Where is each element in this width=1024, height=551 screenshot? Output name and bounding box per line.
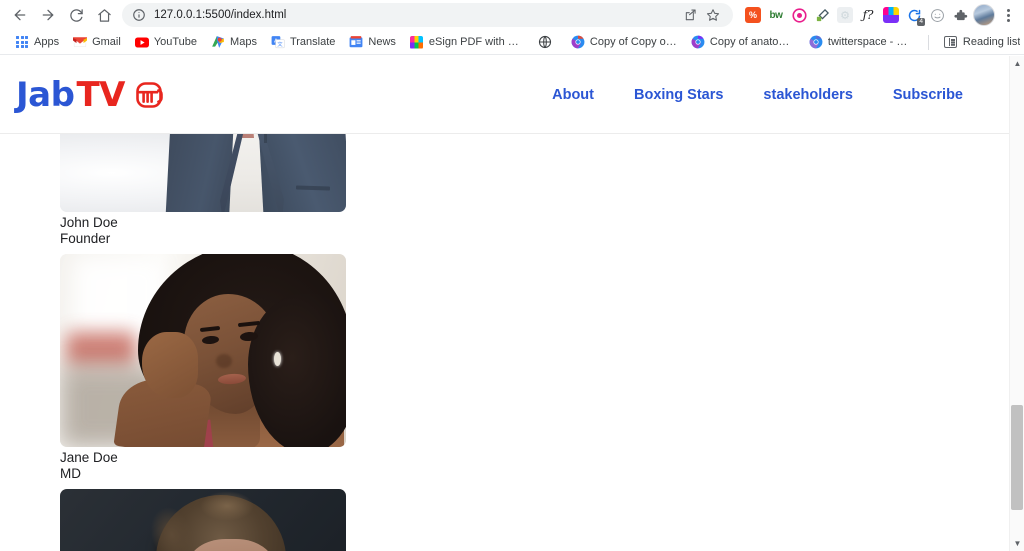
bookmark-maps[interactable]: Maps (204, 33, 264, 51)
gear-extension-icon[interactable]: ⚙ (835, 5, 855, 25)
bookmark-label: Gmail (92, 36, 121, 48)
site-header: Jab TV About Boxing Stars stakeholders S… (0, 56, 1009, 134)
smiley-extension-icon[interactable] (927, 5, 947, 25)
bookmark-label: Maps (230, 36, 257, 48)
bookmark-globe[interactable] (531, 33, 564, 51)
bookmark-label: eSign PDF with Elec... (428, 36, 524, 48)
reload-icon[interactable] (62, 1, 90, 29)
reading-list-button[interactable]: Reading list (937, 33, 1024, 51)
team-card-list: John Doe Founder Jane Doe MD (0, 134, 1024, 551)
team-member-role: MD (60, 466, 81, 481)
bookmark-twitterspace[interactable]: twitterspace - New... (802, 33, 920, 51)
puzzle-extensions-menu-icon[interactable] (950, 5, 970, 25)
scroll-down-arrow-icon[interactable]: ▼ (1010, 536, 1024, 551)
chrome-doc-icon (571, 35, 585, 49)
bookmark-label: twitterspace - New... (827, 36, 913, 48)
bookmark-label: Translate (289, 36, 336, 48)
translate-icon: A文 (271, 35, 285, 49)
chrome-doc-icon (691, 35, 705, 49)
profile-avatar[interactable] (973, 4, 995, 26)
info-circle-icon[interactable] (132, 8, 146, 22)
address-bar[interactable]: 127.0.0.1:5500/index.html (122, 3, 733, 27)
forward-arrow-icon[interactable] (34, 1, 62, 29)
maps-icon (211, 35, 225, 49)
bookmark-esign-pdf[interactable]: eSign PDF with Elec... (403, 33, 531, 51)
chrome-doc-icon (809, 35, 823, 49)
browser-toolbar: 127.0.0.1:5500/index.html % bw ⚙ ƒ? 4 (0, 0, 1024, 30)
fontface-extension-icon[interactable]: ƒ? (858, 5, 878, 25)
gmail-icon (73, 35, 88, 49)
team-card[interactable]: Jane Doe MD (60, 254, 346, 489)
youtube-icon (134, 35, 149, 49)
percent-extension-icon[interactable]: % (743, 5, 763, 25)
news-icon (349, 35, 363, 49)
page-viewport: Jab TV About Boxing Stars stakeholders S… (0, 56, 1024, 551)
nav-link-about[interactable]: About (552, 87, 594, 103)
man-wavy-hair-dark-photo (60, 489, 346, 551)
bookmark-copy-of-copy[interactable]: Copy of Copy of Co... (564, 33, 684, 51)
eyedropper-extension-icon[interactable] (812, 5, 832, 25)
team-card[interactable]: John Doe Founder (60, 134, 346, 254)
extensions-tray: % bw ⚙ ƒ? 4 (739, 4, 1018, 26)
team-member-role: Founder (60, 231, 111, 246)
page-scrollbar[interactable]: ▲ ▼ (1009, 56, 1024, 551)
bookmark-copy-of-anatomy[interactable]: Copy of anatomy-o... (684, 33, 802, 51)
scroll-up-arrow-icon[interactable]: ▲ (1010, 56, 1024, 71)
team-member-name: John Doe (60, 215, 118, 230)
bookmark-news[interactable]: News (342, 33, 403, 51)
bookmarks-separator (927, 34, 929, 50)
bookmark-label: News (368, 36, 396, 48)
share-icon[interactable] (681, 5, 701, 25)
bookmark-gmail[interactable]: Gmail (66, 33, 128, 51)
bookmark-translate[interactable]: A文 Translate (264, 33, 342, 51)
scrollbar-thumb[interactable] (1011, 405, 1023, 510)
home-icon[interactable] (90, 1, 118, 29)
nav-link-stakeholders[interactable]: stakeholders (763, 87, 852, 103)
team-member-name: Jane Doe (60, 450, 118, 465)
team-card[interactable] (60, 489, 346, 551)
boxing-fist-icon (130, 79, 166, 111)
bookmark-label: Copy of Copy of Co... (589, 36, 677, 48)
address-bar-url[interactable]: 127.0.0.1:5500/index.html (154, 9, 681, 21)
bookmarks-bar: Apps Gmail YouTube Maps A文 Translate (0, 30, 1024, 55)
nav-link-boxing-stars[interactable]: Boxing Stars (634, 87, 723, 103)
eye-extension-icon[interactable] (789, 5, 809, 25)
colorpalette-extension-icon[interactable] (881, 5, 901, 25)
globe-icon (538, 35, 552, 49)
bookmark-label: Apps (34, 36, 60, 48)
man-in-suit-photo (60, 134, 346, 212)
logo-text-tv: TV (76, 74, 125, 115)
esign-icon (410, 35, 424, 49)
bookmark-apps[interactable]: Apps (8, 33, 66, 51)
three-dot-menu-icon[interactable] (998, 5, 1018, 25)
bookmark-label: YouTube (153, 36, 198, 48)
apps-grid-icon (15, 35, 29, 49)
reading-list-icon (944, 35, 958, 49)
nav-link-subscribe[interactable]: Subscribe (893, 87, 963, 103)
bookmark-label: Copy of anatomy-o... (709, 36, 795, 48)
back-arrow-icon[interactable] (6, 1, 34, 29)
sync-extension-icon[interactable]: 4 (904, 5, 925, 26)
woman-curly-hair-photo (60, 254, 346, 447)
star-icon[interactable] (703, 5, 723, 25)
sync-extension-badge: 4 (917, 18, 925, 26)
site-logo[interactable]: Jab TV (16, 75, 166, 115)
logo-text-jab: Jab (16, 74, 75, 115)
bw-extension-icon[interactable]: bw (766, 5, 786, 25)
site-navigation: About Boxing Stars stakeholders Subscrib… (552, 87, 981, 103)
browser-window: 127.0.0.1:5500/index.html % bw ⚙ ƒ? 4 Ap… (0, 0, 1024, 551)
bookmark-youtube[interactable]: YouTube (128, 33, 204, 51)
reading-list-label: Reading list (962, 36, 1021, 48)
